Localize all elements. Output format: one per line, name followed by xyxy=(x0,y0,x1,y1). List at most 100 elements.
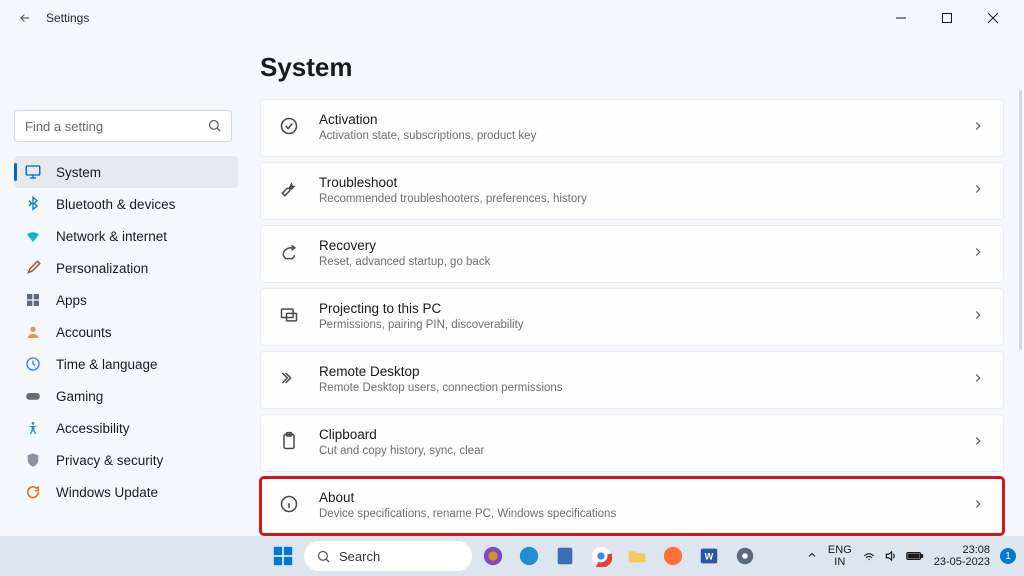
taskbar-search-label: Search xyxy=(339,549,380,564)
scrollbar[interactable] xyxy=(1019,90,1022,350)
svg-text:W: W xyxy=(705,552,714,562)
sidebar-item-system[interactable]: System xyxy=(14,156,238,188)
card-title: Remote Desktop xyxy=(319,364,953,381)
card-subtitle: Cut and copy history, sync, clear xyxy=(319,444,953,459)
page-title: System xyxy=(260,52,1004,83)
clock-icon xyxy=(24,355,42,373)
taskbar-search[interactable]: Search xyxy=(304,541,472,571)
start-button[interactable] xyxy=(268,541,298,571)
card-subtitle: Activation state, subscriptions, product… xyxy=(319,129,953,144)
taskbar-app-settings[interactable] xyxy=(730,541,760,571)
card-remote-desktop[interactable]: Remote Desktop Remote Desktop users, con… xyxy=(260,351,1004,409)
sidebar-item-accounts[interactable]: Accounts xyxy=(14,316,238,348)
language-indicator[interactable]: ENG IN xyxy=(828,544,852,568)
chevron-right-icon xyxy=(971,497,985,516)
clipboard-icon xyxy=(279,431,301,456)
apps-icon xyxy=(24,291,42,309)
wifi-icon xyxy=(24,227,42,245)
card-troubleshoot[interactable]: Troubleshoot Recommended troubleshooters… xyxy=(260,162,1004,220)
card-about[interactable]: About Device specifications, rename PC, … xyxy=(260,477,1004,535)
content-area: System Activation Activation state, subs… xyxy=(246,36,1024,536)
tray-chevron-up-icon[interactable] xyxy=(806,549,818,564)
card-title: Clipboard xyxy=(319,427,953,444)
wifi-icon xyxy=(862,549,876,563)
sidebar-item-bluetooth-devices[interactable]: Bluetooth & devices xyxy=(14,188,238,220)
chevron-right-icon xyxy=(971,245,985,264)
sidebar-item-label: Accounts xyxy=(56,325,112,340)
sidebar-item-label: Personalization xyxy=(56,261,148,276)
taskbar-app-chrome[interactable] xyxy=(586,541,616,571)
app-title: Settings xyxy=(46,11,89,25)
taskbar-app-word[interactable]: W xyxy=(694,541,724,571)
sidebar-item-label: Bluetooth & devices xyxy=(56,197,175,212)
card-subtitle: Reset, advanced startup, go back xyxy=(319,255,953,270)
settings-cards: Activation Activation state, subscriptio… xyxy=(260,99,1004,535)
sidebar-item-label: System xyxy=(56,165,101,180)
card-subtitle: Permissions, pairing PIN, discoverabilit… xyxy=(319,318,953,333)
taskbar-app-explorer[interactable] xyxy=(622,541,652,571)
card-recovery[interactable]: Recovery Reset, advanced startup, go bac… xyxy=(260,225,1004,283)
maximize-button[interactable] xyxy=(924,3,970,33)
recovery-icon xyxy=(279,242,301,267)
card-clipboard[interactable]: Clipboard Cut and copy history, sync, cl… xyxy=(260,414,1004,472)
wrench-icon xyxy=(279,179,301,204)
sidebar-item-gaming[interactable]: Gaming xyxy=(14,380,238,412)
card-subtitle: Remote Desktop users, connection permiss… xyxy=(319,381,953,396)
sidebar-item-label: Windows Update xyxy=(56,485,158,500)
sidebar: System Bluetooth & devices Network & inter… xyxy=(0,36,246,536)
sidebar-item-time-language[interactable]: Time & language xyxy=(14,348,238,380)
sidebar-item-label: Accessibility xyxy=(56,421,130,436)
battery-icon xyxy=(906,550,924,562)
taskbar-app-firefox[interactable] xyxy=(658,541,688,571)
project-icon xyxy=(279,305,301,330)
chevron-right-icon xyxy=(971,119,985,138)
nav-list: System Bluetooth & devices Network & inter… xyxy=(14,156,238,508)
bluetooth-icon xyxy=(24,195,42,213)
taskbar: Search W ENG IN 23:08 23-05-2023 1 xyxy=(0,536,1024,576)
taskbar-app-edge[interactable] xyxy=(514,541,544,571)
titlebar: Settings xyxy=(0,0,1024,36)
system-tray[interactable] xyxy=(862,549,924,563)
remote-icon xyxy=(279,368,301,393)
sidebar-item-accessibility[interactable]: Accessibility xyxy=(14,412,238,444)
gamepad-icon xyxy=(24,387,42,405)
chevron-right-icon xyxy=(971,434,985,453)
taskbar-app-copilot[interactable] xyxy=(478,541,508,571)
system-icon xyxy=(24,163,42,181)
info-icon xyxy=(279,494,301,519)
chevron-right-icon xyxy=(971,308,985,327)
card-subtitle: Device specifications, rename PC, Window… xyxy=(319,507,953,522)
minimize-button[interactable] xyxy=(878,3,924,33)
taskbar-app-calculator[interactable] xyxy=(550,541,580,571)
sidebar-item-apps[interactable]: Apps xyxy=(14,284,238,316)
clock[interactable]: 23:08 23-05-2023 xyxy=(934,544,990,568)
volume-icon xyxy=(884,549,898,563)
back-button[interactable] xyxy=(14,7,36,29)
sidebar-item-label: Network & internet xyxy=(56,229,167,244)
sidebar-item-label: Privacy & security xyxy=(56,453,163,468)
window-controls xyxy=(878,3,1016,33)
person-icon xyxy=(24,323,42,341)
shield-icon xyxy=(24,451,42,469)
card-subtitle: Recommended troubleshooters, preferences… xyxy=(319,192,953,207)
sidebar-item-label: Apps xyxy=(56,293,87,308)
sidebar-item-label: Time & language xyxy=(56,357,158,372)
search-icon xyxy=(207,118,222,138)
sidebar-item-windows-update[interactable]: Windows Update xyxy=(14,476,238,508)
notification-badge[interactable]: 1 xyxy=(1000,548,1016,564)
chevron-right-icon xyxy=(971,182,985,201)
close-button[interactable] xyxy=(970,3,1016,33)
brush-icon xyxy=(24,259,42,277)
accessibility-icon xyxy=(24,419,42,437)
search-input[interactable] xyxy=(14,110,232,142)
card-activation[interactable]: Activation Activation state, subscriptio… xyxy=(260,99,1004,157)
card-title: Troubleshoot xyxy=(319,175,953,192)
update-icon xyxy=(24,483,42,501)
sidebar-item-personalization[interactable]: Personalization xyxy=(14,252,238,284)
sidebar-item-privacy-security[interactable]: Privacy & security xyxy=(14,444,238,476)
card-projecting-to-this-pc[interactable]: Projecting to this PC Permissions, pairi… xyxy=(260,288,1004,346)
sidebar-item-label: Gaming xyxy=(56,389,103,404)
sidebar-item-network-internet[interactable]: Network & internet xyxy=(14,220,238,252)
card-title: Recovery xyxy=(319,238,953,255)
check-circle-icon xyxy=(279,116,301,141)
